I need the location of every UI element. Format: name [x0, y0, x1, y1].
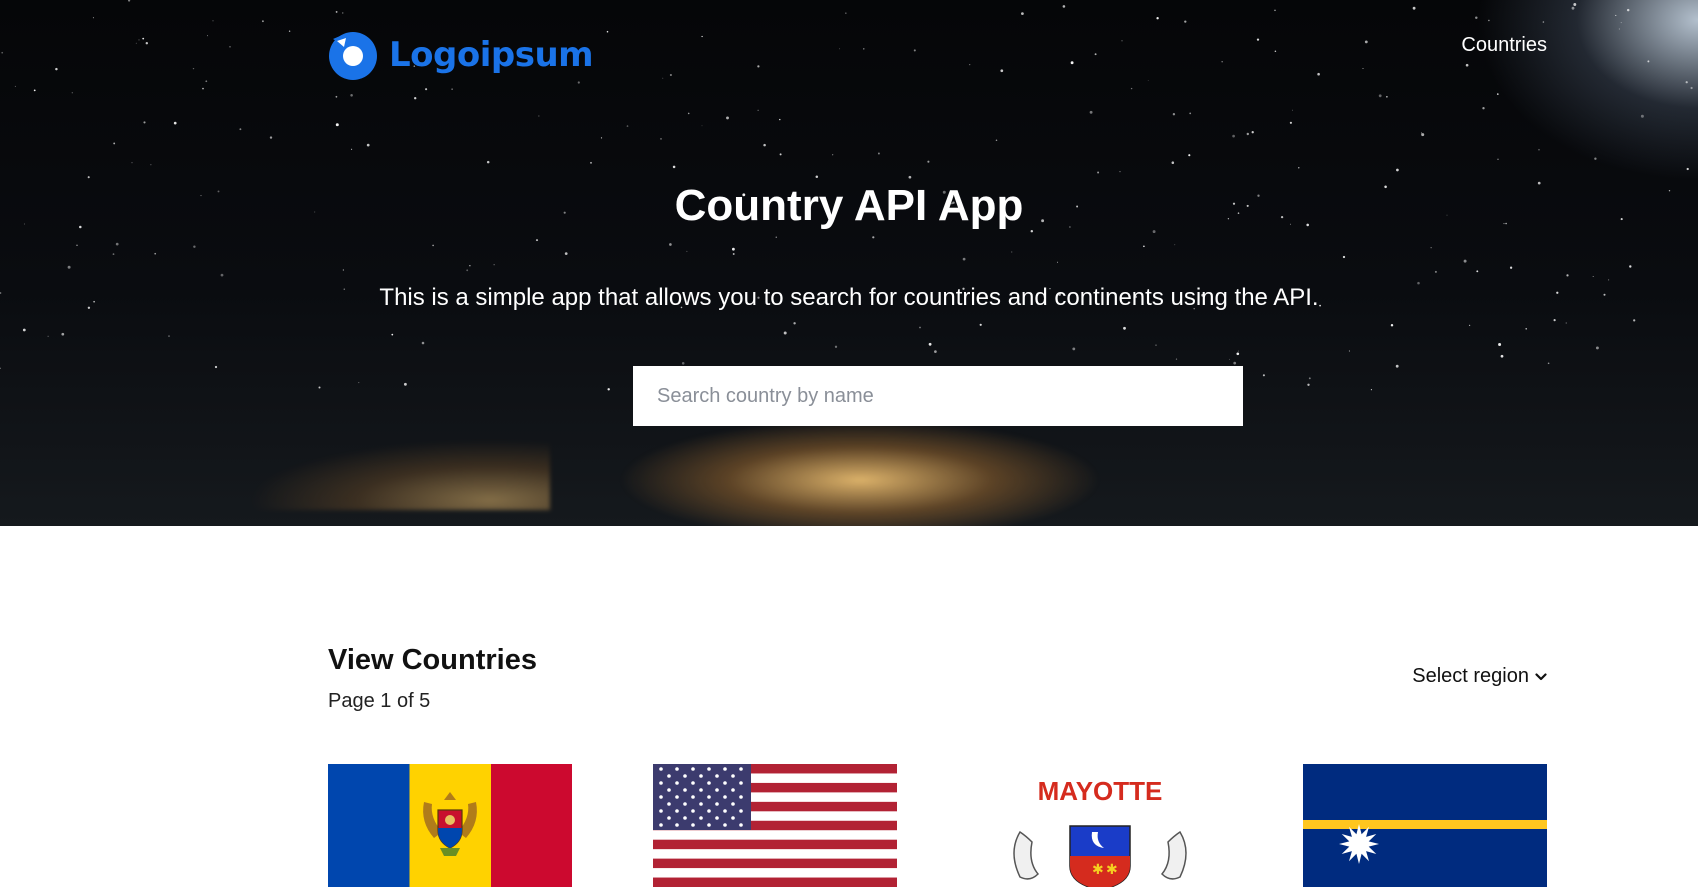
page-indicator: Page 1 of 5 — [328, 690, 431, 712]
earth-city-lights — [620, 420, 1100, 526]
nav-link-countries[interactable]: Countries — [1461, 34, 1547, 57]
country-card-flag[interactable] — [1303, 764, 1547, 887]
united-states-flag-icon — [653, 764, 897, 887]
region-select[interactable]: Select region — [1412, 665, 1547, 688]
country-card-flag[interactable] — [328, 764, 572, 887]
section-title: View Countries — [328, 644, 537, 676]
svg-text:✱: ✱ — [1092, 862, 1104, 878]
mayotte-flag-caption: MAYOTTE — [1038, 776, 1163, 806]
hero-subtitle: This is a simple app that allows you to … — [379, 284, 1319, 311]
nauru-flag-icon — [1303, 764, 1547, 887]
moldova-flag-icon — [328, 764, 572, 887]
mayotte-flag-icon: MAYOTTE ✱ ✱ — [978, 764, 1222, 887]
hero-title: Country API App — [674, 181, 1024, 230]
search-input[interactable] — [633, 366, 1243, 426]
hero-banner: Logoipsum Countries Country API App This… — [0, 0, 1698, 526]
logo[interactable]: Logoipsum — [327, 29, 594, 81]
earth-city-lights — [250, 440, 550, 510]
country-card-flag[interactable]: MAYOTTE ✱ ✱ — [978, 764, 1222, 887]
chevron-down-icon — [1535, 672, 1547, 680]
logo-text: Logoipsum — [389, 35, 594, 75]
country-card-flag[interactable] — [653, 764, 897, 887]
region-select-label: Select region — [1412, 665, 1529, 687]
logo-icon — [329, 32, 377, 80]
svg-text:✱: ✱ — [1106, 862, 1118, 878]
